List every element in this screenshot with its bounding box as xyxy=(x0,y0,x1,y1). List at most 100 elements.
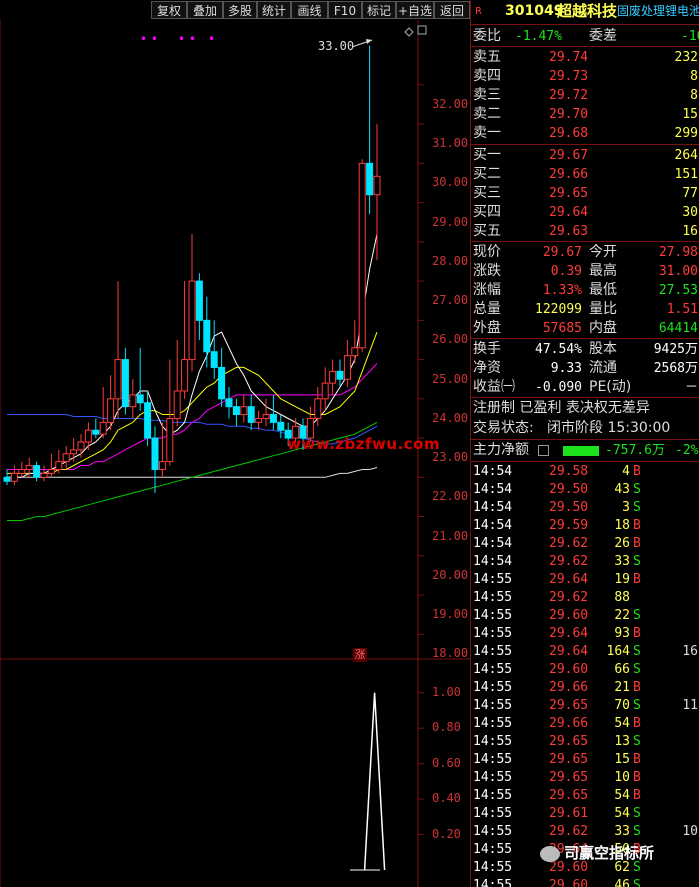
tick-row[interactable]: 14:55 29.65 13 S xyxy=(471,733,699,751)
tick-row[interactable]: 14:55 29.62 33 S 10 xyxy=(471,823,699,841)
quote-panel: R 301049 超越科技 固废处理锂电池 委比 -1.47% 委差 -16 卖… xyxy=(470,0,699,887)
candle-body xyxy=(99,421,107,435)
tick-time: 14:54 xyxy=(473,554,513,569)
candle xyxy=(218,347,226,407)
restore-rights-button[interactable]: 复权 xyxy=(151,1,187,19)
flow-detail-icon[interactable] xyxy=(538,445,549,456)
tick-row[interactable]: 14:55 29.65 54 B xyxy=(471,787,699,805)
kline-chart-area[interactable]: 32.00 31.00 30.00 29.00 28.00 27.00 26.00 25.00… xyxy=(0,20,470,887)
draw-line-button[interactable]: 画线 xyxy=(291,1,328,19)
candle-body xyxy=(173,390,181,419)
quote-value: 1.33% xyxy=(542,283,582,298)
tick-time: 14:55 xyxy=(473,716,513,731)
candle-body xyxy=(218,366,226,400)
candle-body xyxy=(351,347,359,357)
tick-side: B xyxy=(633,536,641,551)
tick-time: 14:55 xyxy=(473,698,513,713)
tick-price: 29.60 xyxy=(549,662,589,677)
tick-side: S xyxy=(633,500,641,515)
quote-value: 0.39 xyxy=(550,264,582,279)
candle xyxy=(225,387,233,419)
price-axis-label: 29.00 xyxy=(432,214,469,229)
candle-body xyxy=(166,417,174,463)
tick-row[interactable]: 14:55 29.62 88 xyxy=(471,589,699,607)
tick-time: 14:55 xyxy=(473,806,513,821)
tick-time: 14:55 xyxy=(473,680,513,695)
tick-volume: 54 xyxy=(614,806,630,821)
candle-body xyxy=(181,359,189,392)
tick-row[interactable]: 14:55 29.66 21 B xyxy=(471,679,699,697)
tick-volume: 93 xyxy=(614,626,630,641)
tick-price: 29.65 xyxy=(549,752,589,767)
sell-level-row[interactable]: 卖四 29.73 8 xyxy=(471,67,699,86)
back-button[interactable]: 返回 xyxy=(434,1,470,19)
multi-stock-button[interactable]: 多股 xyxy=(223,1,257,19)
tick-row[interactable]: 14:54 29.50 3 S xyxy=(471,499,699,517)
tick-row[interactable]: 14:55 29.60 66 S xyxy=(471,661,699,679)
tick-row[interactable]: 14:55 29.65 15 B xyxy=(471,751,699,769)
buy-level-row[interactable]: 买三 29.65 77 xyxy=(471,184,699,203)
tick-row[interactable]: 14:55 29.64 164 S 16 xyxy=(471,643,699,661)
level-price: 29.63 xyxy=(549,224,589,239)
f10-button[interactable]: F10 xyxy=(328,1,362,19)
buy-level-row[interactable]: 买四 29.64 30 xyxy=(471,203,699,222)
level-volume: 77 xyxy=(682,186,698,201)
tick-row[interactable]: 14:55 29.60 46 S xyxy=(471,877,699,887)
indicator-axis-label: 0.20 xyxy=(432,826,461,841)
candle-body xyxy=(70,449,78,455)
tick-row[interactable]: 14:55 29.64 19 B xyxy=(471,571,699,589)
tick-row[interactable]: 14:55 29.60 22 S xyxy=(471,607,699,625)
candle xyxy=(203,296,211,368)
sell-level-row[interactable]: 卖五 29.74 232 xyxy=(471,48,699,67)
candle xyxy=(188,234,196,372)
tick-row[interactable]: 14:55 29.66 54 B xyxy=(471,715,699,733)
tick-side: S xyxy=(633,734,641,749)
sell-level-row[interactable]: 卖一 29.68 299 xyxy=(471,124,699,143)
tick-row[interactable]: 14:54 29.58 4 B xyxy=(471,463,699,481)
mark-button[interactable]: 标记 xyxy=(362,1,396,19)
main-flow-row: 主力净额 -757.6万 -2% xyxy=(471,441,699,460)
kline-chart-svg[interactable] xyxy=(0,20,470,887)
high-price-marker: 33.00 xyxy=(318,39,355,53)
level-price: 29.64 xyxy=(549,205,589,220)
tick-row[interactable]: 14:54 29.62 33 S xyxy=(471,553,699,571)
stock-code: 301049 xyxy=(505,3,564,19)
tick-row[interactable]: 14:55 29.61 54 S xyxy=(471,805,699,823)
indicator-spike xyxy=(363,692,386,871)
tick-price: 29.65 xyxy=(549,734,589,749)
level-label: 卖二 xyxy=(473,106,501,122)
buy-level-row[interactable]: 买二 29.66 151 xyxy=(471,165,699,184)
statistics-button[interactable]: 统计 xyxy=(257,1,291,19)
tick-volume: 15 xyxy=(614,752,630,767)
add-watchlist-button[interactable]: +自选 xyxy=(396,1,434,19)
tick-volume: 46 xyxy=(614,878,630,887)
tick-volume: 164 xyxy=(606,644,630,659)
level-label: 买二 xyxy=(473,166,501,182)
candle xyxy=(269,394,277,431)
candle xyxy=(277,414,285,439)
tick-row[interactable]: 14:55 29.64 93 B xyxy=(471,625,699,643)
candle xyxy=(247,394,255,431)
overlay-button[interactable]: 叠加 xyxy=(187,1,223,19)
tick-row[interactable]: 14:55 29.65 10 B xyxy=(471,769,699,787)
industry-tag[interactable]: 固废处理锂电池 xyxy=(617,2,699,21)
candle xyxy=(114,281,122,419)
tick-side: B xyxy=(633,770,641,785)
tick-row[interactable]: 14:55 29.65 70 S 11 xyxy=(471,697,699,715)
registration-row: 注册制 已盈利 表决权无差异 xyxy=(471,399,699,418)
watermark-url: www.zbzfwu.com xyxy=(287,435,441,453)
candle xyxy=(321,367,329,411)
candle xyxy=(373,124,381,261)
fund-value-2: 2568万 xyxy=(653,361,698,376)
sell-level-row[interactable]: 卖二 29.70 15 xyxy=(471,105,699,124)
tick-time: 14:55 xyxy=(473,770,513,785)
candle-body xyxy=(3,476,11,482)
buy-level-row[interactable]: 买五 29.63 16 xyxy=(471,222,699,241)
tick-row[interactable]: 14:54 29.50 43 S xyxy=(471,481,699,499)
tick-side: S xyxy=(633,806,641,821)
tick-row[interactable]: 14:54 29.59 18 B xyxy=(471,517,699,535)
quote-label-2: 量比 xyxy=(589,301,617,317)
sell-level-row[interactable]: 卖三 29.72 8 xyxy=(471,86,699,105)
buy-level-row[interactable]: 买一 29.67 264 xyxy=(471,146,699,165)
tick-row[interactable]: 14:54 29.62 26 B xyxy=(471,535,699,553)
